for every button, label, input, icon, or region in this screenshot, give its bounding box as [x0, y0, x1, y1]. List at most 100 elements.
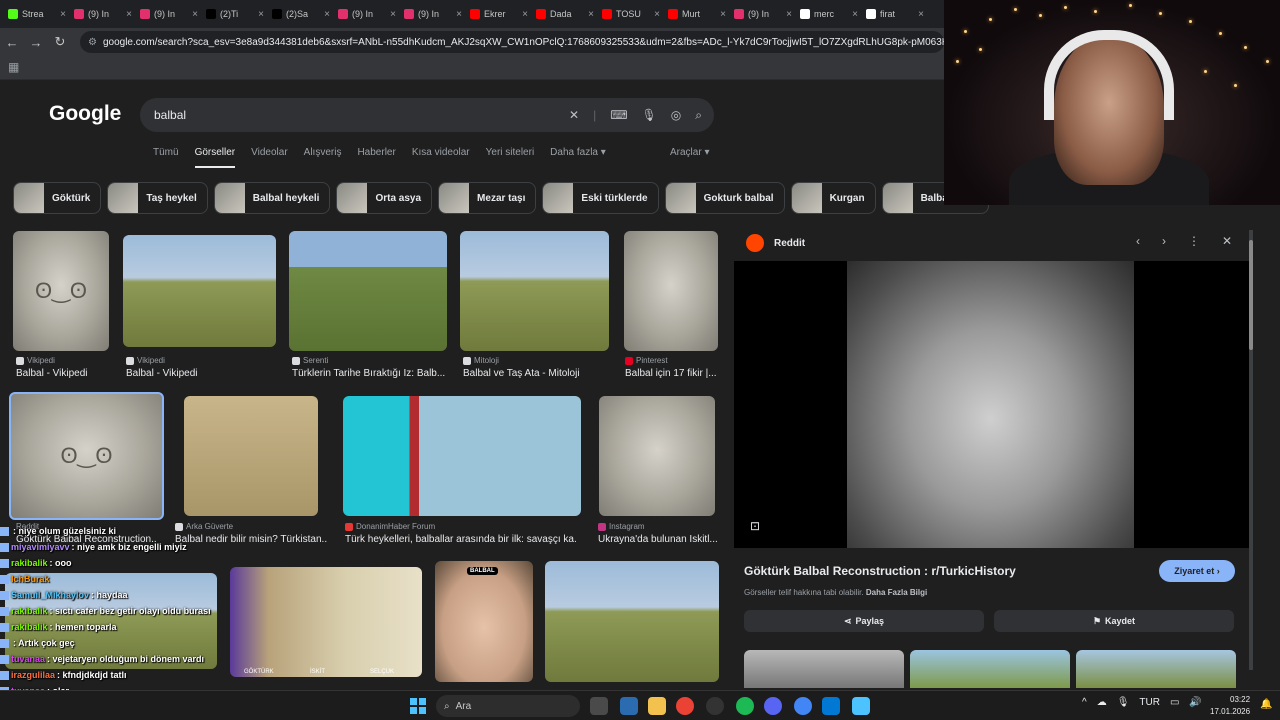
browser-tab[interactable]: Strea ×: [4, 2, 70, 26]
result-image[interactable]: [545, 561, 719, 682]
result-image[interactable]: BALBAL: [435, 561, 533, 682]
github-icon[interactable]: [706, 697, 724, 715]
previous-icon[interactable]: ‹: [1136, 234, 1140, 248]
result-caption[interactable]: Balbal ve Taş Ata - Mitoloji: [463, 368, 613, 379]
share-button[interactable]: ⋖ Paylaş: [744, 610, 984, 632]
tab-close-icon[interactable]: ×: [258, 9, 264, 20]
next-icon[interactable]: ›: [1162, 234, 1166, 248]
app-icon[interactable]: [822, 697, 840, 715]
browser-tab[interactable]: (9) In ×: [136, 2, 202, 26]
close-icon[interactable]: ✕: [1222, 234, 1232, 248]
search-icon[interactable]: ⌕: [695, 108, 702, 123]
tab-close-icon[interactable]: ×: [588, 9, 594, 20]
tab-close-icon[interactable]: ×: [522, 9, 528, 20]
lens-icon[interactable]: ◎: [671, 108, 681, 122]
tab-close-icon[interactable]: ×: [324, 9, 330, 20]
search-tab[interactable]: Yeri siteleri: [486, 147, 535, 168]
task-view-icon[interactable]: [590, 697, 608, 715]
browser-tab[interactable]: merc ×: [796, 2, 862, 26]
search-tab[interactable]: Videolar: [251, 147, 288, 168]
back-icon[interactable]: ←: [0, 35, 24, 50]
microphone-icon[interactable]: 🎙: [642, 108, 657, 122]
result-image[interactable]: [460, 231, 609, 351]
network-icon[interactable]: ▭: [1170, 697, 1179, 708]
search-tab[interactable]: Kısa videolar: [412, 147, 470, 168]
taskbar-search[interactable]: ⌕ Ara: [436, 695, 580, 717]
cloud-icon[interactable]: ☁: [1097, 697, 1107, 708]
search-tab[interactable]: Daha fazla ▾: [550, 147, 606, 168]
scrollbar-thumb[interactable]: [1249, 240, 1253, 350]
browser-tab[interactable]: Murt ×: [664, 2, 730, 26]
tab-close-icon[interactable]: ×: [654, 9, 660, 20]
language-indicator[interactable]: TUR: [1139, 697, 1160, 708]
more-options-icon[interactable]: ⋮: [1188, 234, 1200, 248]
tab-close-icon[interactable]: ×: [60, 9, 66, 20]
related-chip[interactable]: Gokturk balbal: [664, 182, 785, 214]
clock[interactable]: 03:22 17.01.2026: [1210, 694, 1250, 718]
file-explorer-icon[interactable]: [648, 697, 666, 715]
browser-tab[interactable]: (2)Ti ×: [202, 2, 268, 26]
keyboard-icon[interactable]: ⌨: [610, 108, 627, 122]
search-tab[interactable]: Tümü: [153, 147, 179, 168]
result-image[interactable]: ʘ‿ʘ: [13, 231, 109, 351]
related-chip[interactable]: Göktürk: [13, 182, 102, 214]
result-caption[interactable]: Balbal için 17 fikir |...: [625, 368, 720, 379]
panel-title[interactable]: Göktürk Balbal Reconstruction : r/Turkic…: [744, 564, 1016, 578]
discord-icon[interactable]: [764, 697, 782, 715]
result-image[interactable]: [599, 396, 715, 516]
tab-close-icon[interactable]: ×: [192, 9, 198, 20]
result-caption[interactable]: Türk heykelleri, balballar arasında bir …: [345, 534, 577, 545]
store-icon[interactable]: [620, 697, 638, 715]
apps-grid-icon[interactable]: ▦: [8, 60, 19, 74]
chrome-icon[interactable]: [676, 697, 694, 715]
notification-icon[interactable]: 🔔: [1260, 699, 1272, 710]
result-caption[interactable]: Ukrayna'da bulunan İskitl...: [598, 534, 718, 545]
start-button[interactable]: [410, 698, 426, 714]
result-image[interactable]: [184, 396, 318, 516]
address-bar[interactable]: ⚙ google.com/search?sca_esv=3e8a9d344381…: [80, 31, 944, 53]
browser-tab[interactable]: (2)Sa ×: [268, 2, 334, 26]
spotify-icon[interactable]: [736, 697, 754, 715]
browser-tab[interactable]: (9) In ×: [400, 2, 466, 26]
tab-close-icon[interactable]: ×: [786, 9, 792, 20]
reload-icon[interactable]: ↻: [48, 34, 72, 50]
learn-more-link[interactable]: Daha Fazla Bilgi: [866, 588, 927, 597]
related-thumbnail[interactable]: [744, 650, 904, 688]
save-button[interactable]: ⚑ Kaydet: [994, 610, 1234, 632]
browser-tab[interactable]: (9) In ×: [730, 2, 796, 26]
tab-close-icon[interactable]: ×: [126, 9, 132, 20]
browser-tab[interactable]: (9) In ×: [70, 2, 136, 26]
result-caption[interactable]: Balbal - Vikipedi: [126, 368, 276, 379]
chrome-active-icon[interactable]: [794, 697, 812, 715]
lens-search-icon[interactable]: ⊡: [750, 519, 760, 533]
related-chip[interactable]: Orta asya: [336, 182, 433, 214]
search-tab[interactable]: Alışveriş: [304, 147, 342, 168]
browser-tab[interactable]: firat ×: [862, 2, 928, 26]
panel-source[interactable]: Reddit: [774, 238, 805, 249]
tab-close-icon[interactable]: ×: [852, 9, 858, 20]
browser-tab[interactable]: (9) In ×: [334, 2, 400, 26]
forward-icon[interactable]: →: [24, 35, 48, 50]
tools-button[interactable]: Araçlar ▾: [670, 147, 709, 158]
tab-close-icon[interactable]: ×: [720, 9, 726, 20]
search-box[interactable]: balbal ✕ | ⌨ 🎙 ◎ ⌕: [140, 98, 714, 132]
browser-tab[interactable]: Dada ×: [532, 2, 598, 26]
tab-close-icon[interactable]: ×: [390, 9, 396, 20]
related-thumbnail[interactable]: [910, 650, 1070, 688]
result-caption[interactable]: Türklerin Tarihe Bıraktığı İz: Balb...: [292, 368, 447, 379]
result-image[interactable]: [123, 235, 276, 347]
google-logo[interactable]: Google: [49, 102, 121, 126]
result-image[interactable]: [289, 231, 447, 351]
related-chip[interactable]: Taş heykel: [107, 182, 208, 214]
tab-close-icon[interactable]: ×: [456, 9, 462, 20]
browser-tab[interactable]: TOSU ×: [598, 2, 664, 26]
result-image[interactable]: [624, 231, 718, 351]
visit-button[interactable]: Ziyaret et ›: [1159, 560, 1235, 582]
related-chip[interactable]: Mezar taşı: [438, 182, 537, 214]
result-image-selected[interactable]: ʘ‿ʘ: [9, 392, 164, 520]
related-chip[interactable]: Eski türklerde: [542, 182, 659, 214]
notepad-icon[interactable]: [852, 697, 870, 715]
preview-image-area[interactable]: ⊡: [734, 261, 1250, 548]
result-caption[interactable]: Balbal - Vikipedi: [16, 368, 116, 379]
site-info-icon[interactable]: ⚙: [88, 37, 97, 48]
